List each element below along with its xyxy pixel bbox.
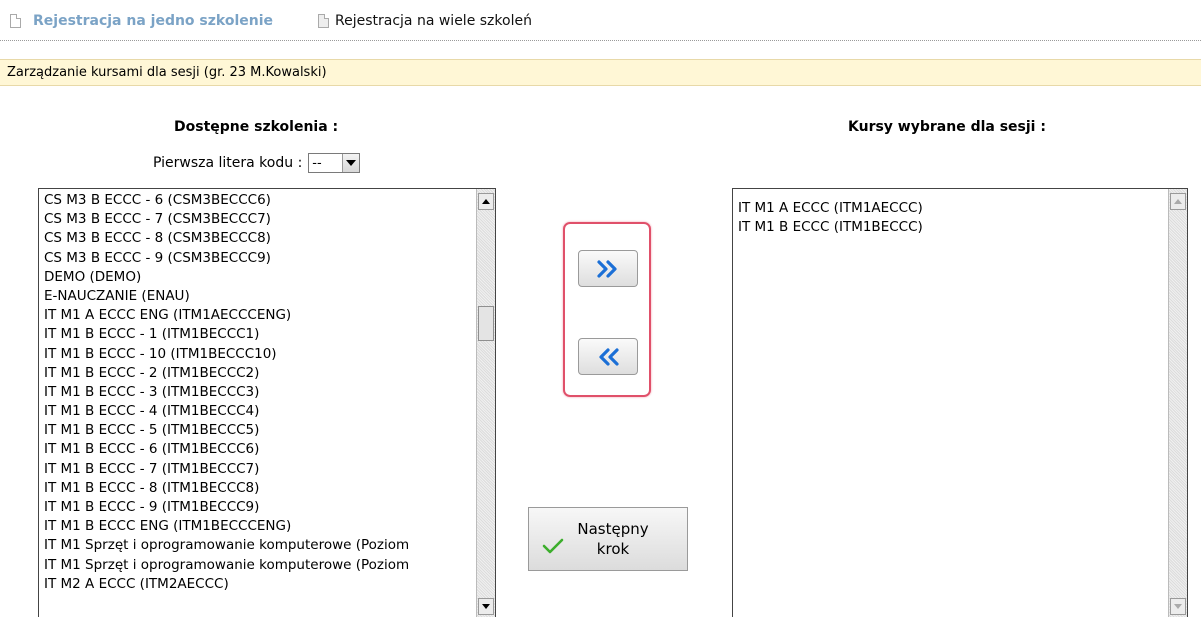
tab-multi-registration[interactable]: Rejestracja na wiele szkoleń bbox=[318, 11, 532, 31]
list-item[interactable]: IT M1 B ECCC ENG (ITM1BECCCENG) bbox=[44, 517, 473, 536]
double-chevron-left-icon bbox=[599, 347, 619, 366]
list-item[interactable]: IT M2 A ECCC (ITM2AECCC) bbox=[44, 575, 473, 594]
tab-single-registration[interactable]: Rejestracja na jedno szkolenie bbox=[10, 11, 273, 31]
session-title-bar: Zarządzanie kursami dla sesji (gr. 23 M.… bbox=[0, 59, 1201, 86]
filter-label: Pierwsza litera kodu : bbox=[153, 155, 303, 171]
list-item[interactable]: IT M1 B ECCC (ITM1BECCC) bbox=[738, 218, 1165, 237]
remove-course-button[interactable] bbox=[578, 338, 638, 375]
list-item[interactable]: IT M1 B ECCC - 8 (ITM1BECCC8) bbox=[44, 479, 473, 498]
list-item[interactable]: IT M1 B ECCC - 2 (ITM1BECCC2) bbox=[44, 364, 473, 383]
list-item[interactable]: IT M1 B ECCC - 3 (ITM1BECCC3) bbox=[44, 383, 473, 402]
tab-multi-registration-label: Rejestracja na wiele szkoleń bbox=[335, 13, 532, 29]
available-courses-list[interactable]: CS M3 B ECCC - 6 (CSM3BECCC6) CS M3 B ECC… bbox=[38, 188, 496, 617]
dropdown-arrow-icon[interactable] bbox=[342, 154, 360, 172]
list-item[interactable]: DEMO (DEMO) bbox=[44, 268, 473, 287]
first-letter-filter: Pierwsza litera kodu : -- bbox=[153, 153, 361, 173]
list-item[interactable]: IT M1 B ECCC - 9 (ITM1BECCC9) bbox=[44, 498, 473, 517]
list-item[interactable]: IT M1 B ECCC - 4 (ITM1BECCC4) bbox=[44, 402, 473, 421]
selected-courses-items: IT M1 A ECCC (ITM1AECCC) IT M1 B ECCC (IT… bbox=[738, 199, 1165, 237]
session-title: Zarządzanie kursami dla sesji (gr. 23 M.… bbox=[7, 65, 327, 80]
list-item[interactable]: CS M3 B ECCC - 7 (CSM3BECCC7) bbox=[44, 210, 473, 229]
first-letter-select-value: -- bbox=[312, 155, 322, 171]
document-icon bbox=[10, 14, 21, 28]
list-item[interactable]: CS M3 B ECCC - 6 (CSM3BECCC6) bbox=[44, 191, 473, 210]
list-item[interactable]: IT M1 Sprzęt i oprogramowanie komputerow… bbox=[44, 556, 473, 575]
scroll-thumb[interactable] bbox=[478, 306, 494, 341]
list-item[interactable]: IT M1 A ECCC ENG (ITM1AECCCENG) bbox=[44, 306, 473, 325]
selected-courses-heading: Kursy wybrane dla sesji : bbox=[848, 119, 1046, 135]
available-courses-heading: Dostępne szkolenia : bbox=[174, 119, 339, 135]
tab-bar: Rejestracja na jedno szkolenie Rejestrac… bbox=[0, 0, 1201, 41]
list-item[interactable]: IT M1 B ECCC - 1 (ITM1BECCC1) bbox=[44, 325, 473, 344]
available-courses-items: CS M3 B ECCC - 6 (CSM3BECCC6) CS M3 B ECC… bbox=[44, 191, 473, 594]
list-item[interactable]: CS M3 B ECCC - 9 (CSM3BECCC9) bbox=[44, 249, 473, 268]
scroll-down-arrow-icon[interactable] bbox=[1170, 598, 1186, 615]
checkmark-icon bbox=[542, 538, 564, 554]
list-item[interactable]: IT M1 B ECCC - 7 (ITM1BECCC7) bbox=[44, 460, 473, 479]
list-item[interactable]: IT M1 B ECCC - 10 (ITM1BECCC10) bbox=[44, 345, 473, 364]
list-item[interactable]: IT M1 A ECCC (ITM1AECCC) bbox=[738, 199, 1165, 218]
tab-single-registration-label: Rejestracja na jedno szkolenie bbox=[33, 13, 274, 29]
scroll-up-arrow-icon[interactable] bbox=[1170, 193, 1186, 210]
document-icon bbox=[318, 14, 329, 28]
next-step-label: Następny krok bbox=[577, 520, 649, 558]
list-item[interactable]: CS M3 B ECCC - 8 (CSM3BECCC8) bbox=[44, 229, 473, 248]
selected-courses-scrollbar[interactable] bbox=[1168, 189, 1187, 617]
selected-courses-list[interactable]: IT M1 A ECCC (ITM1AECCC) IT M1 B ECCC (IT… bbox=[732, 188, 1188, 617]
available-courses-scrollbar[interactable] bbox=[476, 189, 495, 617]
add-course-button[interactable] bbox=[578, 250, 638, 287]
list-item[interactable]: E-NAUCZANIE (ENAU) bbox=[44, 287, 473, 306]
list-item[interactable]: IT M1 B ECCC - 6 (ITM1BECCC6) bbox=[44, 440, 473, 459]
list-item[interactable]: IT M1 Sprzęt i oprogramowanie komputerow… bbox=[44, 536, 473, 555]
scroll-down-arrow-icon[interactable] bbox=[478, 598, 494, 615]
scroll-up-arrow-icon[interactable] bbox=[478, 193, 494, 210]
list-item[interactable]: IT M1 B ECCC - 5 (ITM1BECCC5) bbox=[44, 421, 473, 440]
next-step-button[interactable]: Następny krok bbox=[528, 507, 688, 571]
double-chevron-right-icon bbox=[597, 259, 617, 278]
first-letter-select[interactable]: -- bbox=[308, 153, 361, 173]
